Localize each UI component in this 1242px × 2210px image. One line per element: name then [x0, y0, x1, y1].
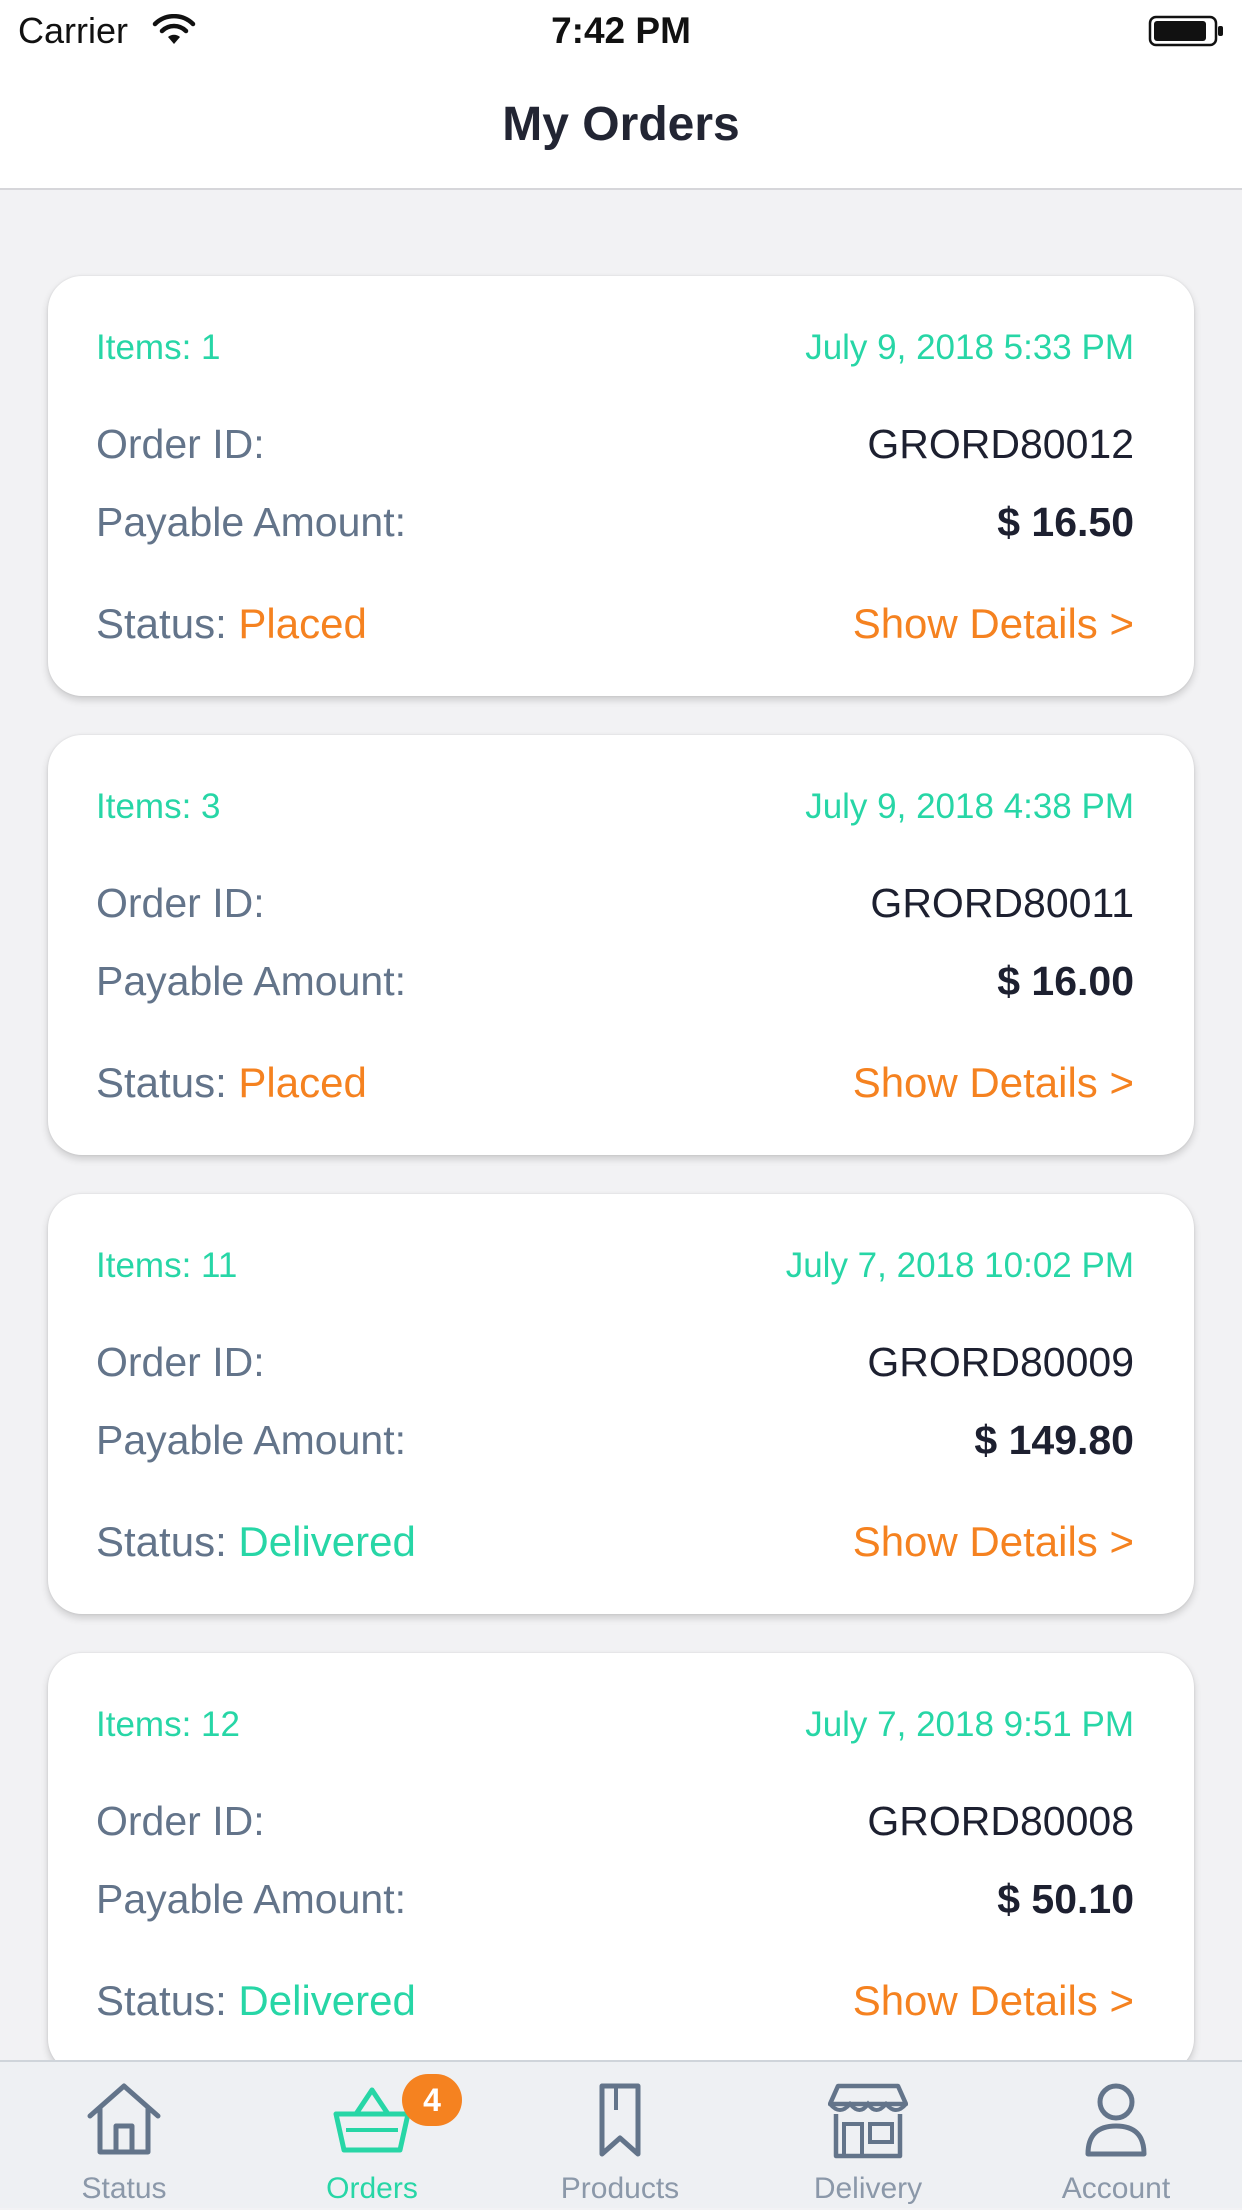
store-icon: [828, 2083, 908, 2159]
items-count: Items: 11: [96, 1246, 238, 1285]
status-value: Delivered: [238, 1518, 416, 1565]
status-line: Status: Delivered: [96, 1977, 416, 2025]
show-details-link[interactable]: Show Details >: [853, 1518, 1134, 1566]
tab-account[interactable]: Account: [992, 2062, 1240, 2210]
status-value: Delivered: [238, 1977, 416, 2024]
payable-amount-value: $ 50.10: [997, 1875, 1134, 1922]
home-icon: [87, 2083, 161, 2155]
tab-delivery[interactable]: Delivery: [744, 2062, 992, 2210]
order-id-value: GRORD80012: [867, 420, 1134, 467]
order-id-label: Order ID:: [96, 1797, 265, 1844]
tab-label-status: Status: [81, 2172, 167, 2205]
order-card[interactable]: Items: 11 July 7, 2018 10:02 PM Order ID…: [48, 1194, 1194, 1614]
orders-badge: 4: [402, 2074, 462, 2126]
nav-bar: My Orders: [0, 62, 1242, 190]
tab-label-account: Account: [1061, 2172, 1171, 2205]
payable-amount-value: $ 16.00: [997, 957, 1134, 1004]
order-card[interactable]: Items: 3 July 9, 2018 4:38 PM Order ID: …: [48, 735, 1194, 1155]
order-datetime: July 7, 2018 10:02 PM: [785, 1246, 1134, 1285]
payable-amount-value: $ 16.50: [997, 498, 1134, 545]
person-icon: [1085, 2083, 1147, 2157]
status-label: Status:: [96, 1059, 227, 1106]
tab-status[interactable]: Status: [0, 2062, 248, 2210]
page-title: My Orders: [502, 98, 740, 151]
order-card[interactable]: Items: 1 July 9, 2018 5:33 PM Order ID: …: [48, 276, 1194, 696]
payable-amount-label: Payable Amount:: [96, 1416, 406, 1463]
items-count: Items: 3: [96, 787, 221, 826]
status-line: Status: Placed: [96, 1059, 367, 1107]
order-id-label: Order ID:: [96, 420, 265, 467]
order-id-label: Order ID:: [96, 879, 265, 926]
battery-icon: [1148, 15, 1223, 47]
show-details-link[interactable]: Show Details >: [853, 1977, 1134, 2025]
show-details-link[interactable]: Show Details >: [853, 1059, 1134, 1107]
clock: 7:42 PM: [551, 10, 691, 51]
payable-amount-label: Payable Amount:: [96, 1875, 406, 1922]
tab-products[interactable]: Products: [496, 2062, 744, 2210]
basket-icon: [333, 2087, 411, 2153]
tab-orders[interactable]: 4 Orders: [248, 2062, 496, 2210]
tab-label-orders: Orders: [326, 2172, 418, 2205]
status-line: Status: Placed: [96, 600, 367, 648]
tab-bar: Status 4 Orders Products Delivery Accoun…: [0, 2060, 1242, 2208]
order-card[interactable]: Items: 12 July 7, 2018 9:51 PM Order ID:…: [48, 1653, 1194, 2073]
status-line: Status: Delivered: [96, 1518, 416, 1566]
order-id-value: GRORD80008: [867, 1797, 1134, 1844]
order-datetime: July 9, 2018 4:38 PM: [805, 787, 1134, 826]
status-label: Status:: [96, 1977, 227, 2024]
bookmark-icon: [599, 2083, 641, 2157]
show-details-link[interactable]: Show Details >: [853, 600, 1134, 648]
order-id-label: Order ID:: [96, 1338, 265, 1385]
payable-amount-label: Payable Amount:: [96, 957, 406, 1004]
order-id-value: GRORD80011: [870, 879, 1134, 926]
payable-amount-value: $ 149.80: [974, 1416, 1134, 1463]
status-label: Status:: [96, 600, 227, 647]
order-id-value: GRORD80009: [867, 1338, 1134, 1385]
order-datetime: July 9, 2018 5:33 PM: [805, 328, 1134, 367]
tab-label-delivery: Delivery: [813, 2172, 923, 2205]
payable-amount-label: Payable Amount:: [96, 498, 406, 545]
items-count: Items: 1: [96, 328, 221, 367]
tab-label-products: Products: [560, 2172, 680, 2205]
status-value: Placed: [238, 600, 367, 647]
items-count: Items: 12: [96, 1705, 240, 1744]
status-label: Status:: [96, 1518, 227, 1565]
status-bar: Carrier 7:42 PM: [0, 0, 1242, 62]
order-datetime: July 7, 2018 9:51 PM: [805, 1705, 1134, 1744]
status-value: Placed: [238, 1059, 367, 1106]
